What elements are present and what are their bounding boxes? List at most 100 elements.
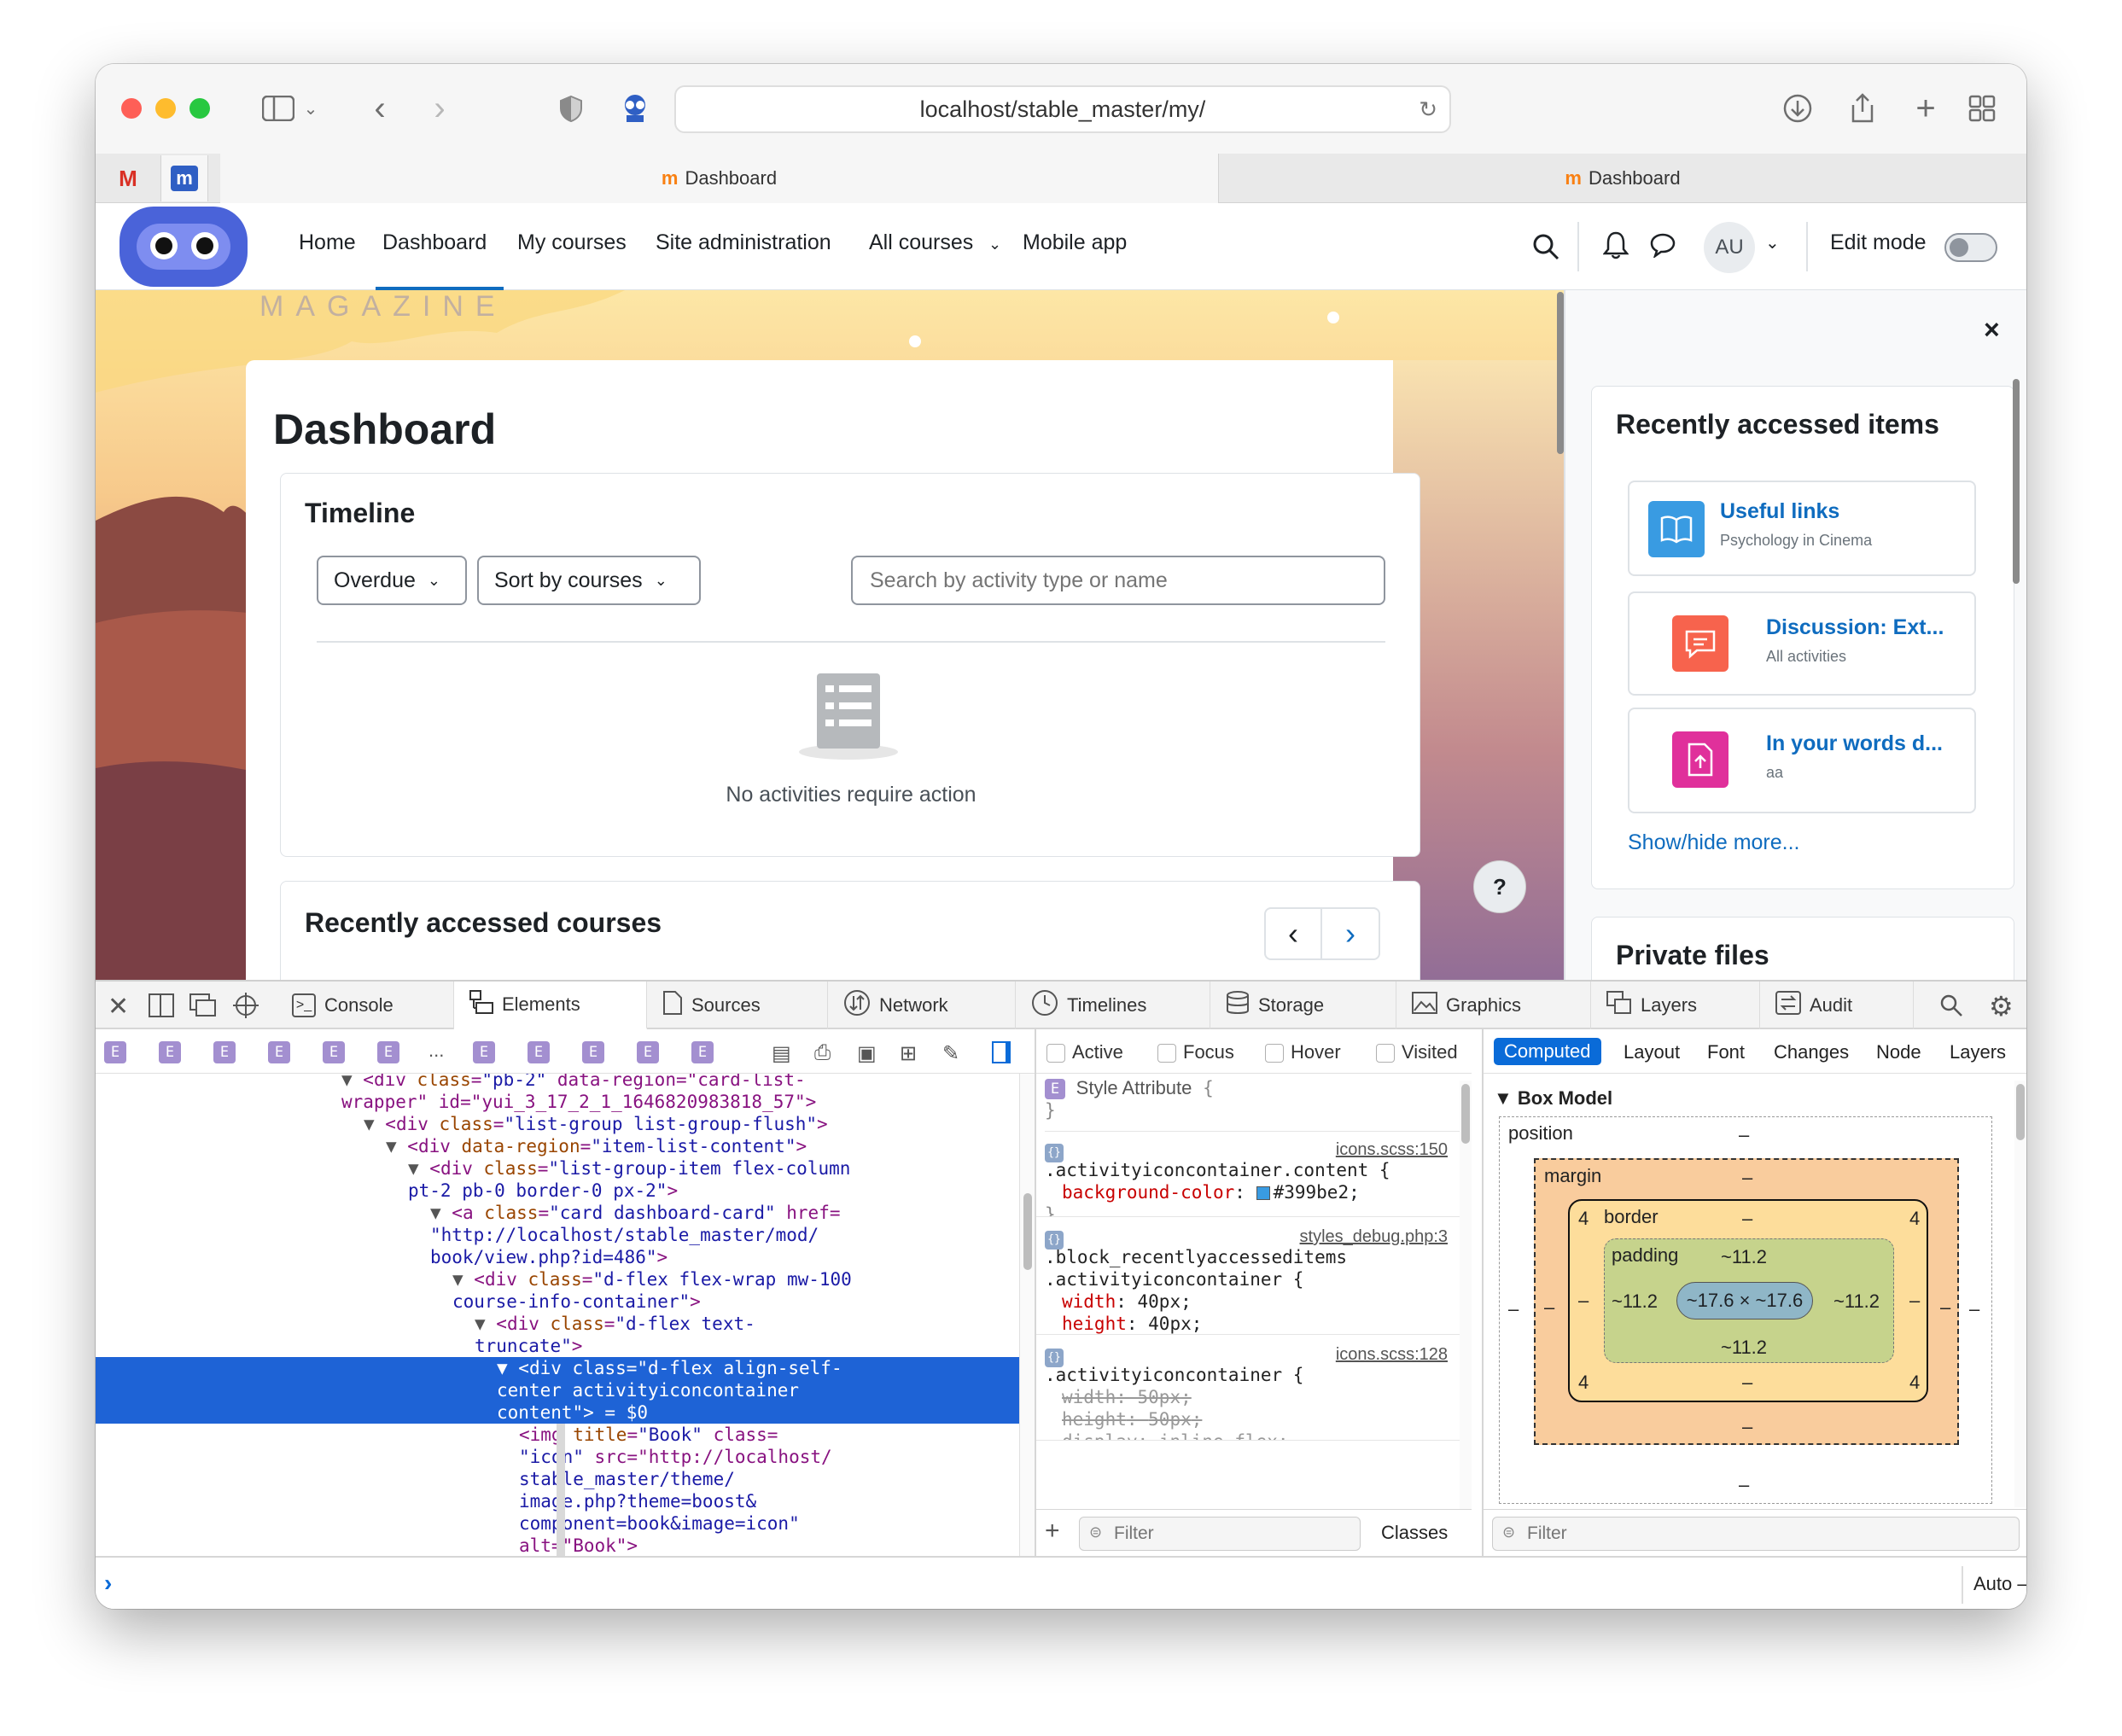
timeline-search-input[interactable] [851, 556, 1385, 605]
nav-site-administration[interactable]: Site administration [656, 230, 831, 255]
execution-context-selector[interactable]: Auto — my⇕ [1973, 1573, 2026, 1595]
sidebar-tab-computed[interactable]: Computed [1494, 1038, 1601, 1065]
dock-icon[interactable] [149, 993, 174, 1022]
overdue-filter-dropdown[interactable]: Overdue ⌄ [317, 556, 467, 605]
css-property[interactable]: display: inline-flex; [1045, 1430, 1451, 1440]
dom-node-line[interactable]: image.php?theme=boost& [519, 1490, 756, 1512]
gmail-pinned-tab[interactable]: M [104, 155, 152, 201]
site-logo[interactable] [120, 207, 248, 287]
back-arrow-icon[interactable]: ‹ [367, 90, 393, 127]
tab-dashboard-active[interactable]: m Dashboard [220, 154, 1219, 203]
forward-arrow-icon[interactable]: › [427, 90, 452, 127]
tab-elements[interactable]: Elements [454, 982, 647, 1029]
css-property[interactable]: background-color: #399be2; [1045, 1181, 1451, 1203]
rule-source-link[interactable]: icons.scss:150 [1336, 1139, 1448, 1161]
breadcrumb-element-icon[interactable]: E [323, 1041, 345, 1063]
css-property[interactable]: width: 50px; [1045, 1386, 1451, 1408]
state-visited-checkbox[interactable]: Visited [1376, 1041, 1458, 1063]
box-model-header[interactable]: ▼ Box Model [1494, 1087, 1612, 1110]
breadcrumb-element-icon[interactable]: E [691, 1041, 714, 1063]
sidebar-tab-font[interactable]: Font [1707, 1041, 1745, 1063]
dom-node-line[interactable]: ▼ <div class="pb-2" data-region="card-li… [341, 1074, 806, 1091]
search-icon[interactable] [1939, 993, 1963, 1022]
color-swatch[interactable] [1256, 1186, 1270, 1200]
css-property[interactable]: height: 40px; [1045, 1313, 1451, 1334]
breadcrumb-element-icon[interactable]: E [582, 1041, 604, 1063]
tab-graphics[interactable]: Graphics [1396, 982, 1591, 1029]
breadcrumb-ellipsis[interactable]: ... [428, 1040, 444, 1062]
notifications-bell-icon[interactable] [1602, 230, 1629, 264]
share-icon[interactable] [1845, 90, 1880, 127]
page-scrollbar[interactable] [1557, 292, 1564, 454]
search-icon[interactable] [1531, 232, 1560, 265]
sidebar-tab-changes[interactable]: Changes [1774, 1041, 1849, 1063]
recent-item-useful-links[interactable]: Useful links Psychology in Cinema [1628, 481, 1976, 576]
recent-item-discussion[interactable]: Discussion: Ext... All activities [1628, 591, 1976, 696]
breadcrumb-element-icon[interactable]: E [377, 1041, 399, 1063]
computed-scrollbar[interactable] [2014, 1081, 2026, 1507]
drawer-scrollbar[interactable] [2013, 379, 2020, 584]
courses-next-button[interactable]: › [1322, 907, 1380, 960]
dom-node-line[interactable]: ▼ <div class="d-flex align-self- [497, 1357, 842, 1379]
moodle-pinned-tab[interactable]: m [160, 155, 208, 201]
tab-layers[interactable]: Layers [1591, 982, 1760, 1029]
css-rule[interactable]: {} styles_debug.php:3 .block_recentlyacces… [1036, 1220, 1460, 1335]
tab-timelines[interactable]: Timelines [1016, 982, 1210, 1029]
classes-toggle[interactable]: Classes [1381, 1522, 1448, 1544]
breadcrumb-element-icon[interactable]: E [268, 1041, 290, 1063]
sidebar-toggle-icon[interactable] [259, 90, 297, 127]
dom-node-line[interactable]: "http://localhost/stable_master/mod/ [430, 1224, 819, 1246]
compositing-icon[interactable]: ▣ [857, 1041, 877, 1066]
dom-node-line[interactable]: ▼ <div class="d-flex text- [475, 1313, 755, 1335]
computed-filter-input[interactable] [1492, 1517, 2020, 1551]
tab-audit[interactable]: Audit [1760, 982, 1914, 1029]
breadcrumb-element-icon[interactable]: E [528, 1041, 550, 1063]
dom-node-line[interactable]: ▼ <a class="card dashboard-card" href= [430, 1202, 840, 1224]
nav-dashboard[interactable]: Dashboard [382, 230, 487, 255]
dom-node-line[interactable]: ▼ <div class="list-group list-group-flus… [364, 1113, 828, 1135]
element-picker-icon[interactable] [232, 992, 259, 1023]
tab-network[interactable]: Network [828, 982, 1016, 1029]
dom-scrollbar[interactable] [1019, 1074, 1035, 1556]
address-bar[interactable]: localhost/stable_master/my/ ↻ [674, 85, 1451, 133]
sidebar-tab-node[interactable]: Node [1876, 1041, 1921, 1063]
tab-dashboard[interactable]: m Dashboard [1219, 154, 2026, 203]
tab-sources[interactable]: Sources [647, 982, 828, 1029]
details-sidebar-toggle-icon[interactable] [992, 1041, 1011, 1063]
close-window-button[interactable] [121, 98, 142, 119]
layout-overlay-icon[interactable]: ▤ [772, 1041, 791, 1066]
nav-my-courses[interactable]: My courses [517, 230, 627, 255]
breadcrumb-element-icon[interactable]: E [159, 1041, 181, 1063]
undock-icon[interactable] [189, 993, 217, 1022]
minimize-window-button[interactable] [155, 98, 176, 119]
nav-all-courses[interactable]: All courses [869, 230, 973, 255]
console-input[interactable] [121, 1566, 1956, 1604]
recent-item-in-your-words[interactable]: In your words d... aa [1628, 708, 1976, 813]
dom-node-line[interactable]: "icon" src="http://localhost/ [519, 1446, 832, 1468]
user-avatar[interactable]: AU [1704, 222, 1755, 273]
show-hide-more-link[interactable]: Show/hide more... [1628, 830, 1800, 855]
add-rule-icon[interactable]: + [1045, 1517, 1060, 1546]
chevron-down-icon[interactable]: ⌄ [300, 90, 321, 127]
dom-node-line[interactable]: alt="Book"> [519, 1535, 638, 1556]
dom-node-line[interactable]: course-info-container"> [452, 1290, 701, 1313]
dom-node-line[interactable]: truncate"> [475, 1335, 582, 1357]
state-focus-checkbox[interactable]: Focus [1157, 1041, 1234, 1063]
breadcrumb-element-icon[interactable]: E [213, 1041, 236, 1063]
state-active-checkbox[interactable]: Active [1046, 1041, 1123, 1063]
edit-mode-toggle[interactable] [1944, 233, 1997, 262]
close-drawer-icon[interactable]: × [1984, 314, 2000, 346]
dom-node-line[interactable]: pt-2 pb-0 border-0 px-2"> [408, 1180, 678, 1202]
sort-dropdown[interactable]: Sort by courses ⌄ [477, 556, 701, 605]
rule-source-link[interactable]: styles_debug.php:3 [1300, 1226, 1448, 1248]
styles-filter-input[interactable] [1079, 1517, 1361, 1551]
breadcrumb-element-icon[interactable]: E [473, 1041, 495, 1063]
tab-storage[interactable]: Storage [1210, 982, 1396, 1029]
chevron-down-icon[interactable]: ⌄ [1765, 232, 1780, 253]
chevron-down-icon[interactable]: ⌄ [988, 236, 1001, 253]
rule-source-link[interactable]: icons.scss:128 [1336, 1343, 1448, 1366]
new-tab-icon[interactable]: + [1909, 90, 1943, 127]
css-property[interactable]: width: 40px; [1045, 1290, 1451, 1313]
extension-icon[interactable] [618, 90, 652, 127]
state-hover-checkbox[interactable]: Hover [1265, 1041, 1341, 1063]
